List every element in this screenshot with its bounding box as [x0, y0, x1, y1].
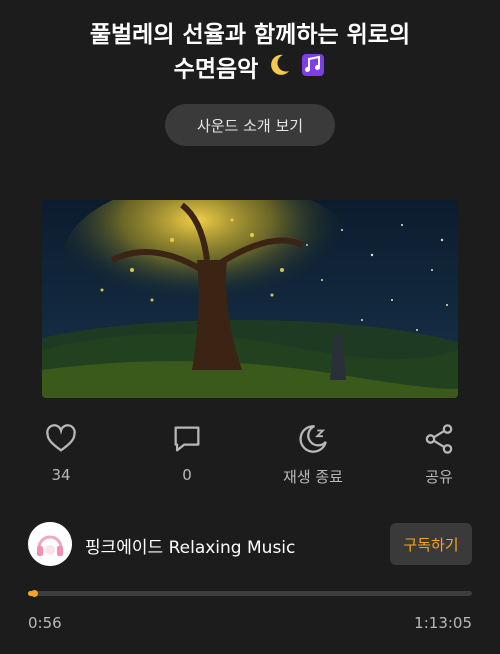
share-action[interactable]: 공유	[389, 422, 489, 487]
comment-action[interactable]: 0	[137, 422, 237, 484]
sleep-timer-action[interactable]: 재생 종료	[263, 422, 363, 487]
channel-avatar[interactable]	[28, 522, 72, 566]
comment-icon[interactable]	[137, 422, 237, 456]
progress-handle[interactable]	[31, 590, 38, 597]
like-count: 34	[51, 466, 71, 484]
crescent-moon-icon	[266, 52, 292, 88]
music-notes-icon	[300, 52, 326, 88]
track-title-line1: 풀벌레의 선율과 함께하는 위로의	[89, 22, 411, 48]
channel-row: 핑크에이드 Relaxing Music 구독하기	[28, 522, 472, 568]
progress-bar[interactable]	[28, 590, 472, 597]
track-title-line2-row: 수면음악	[0, 52, 500, 88]
subscribe-button[interactable]: 구독하기	[390, 523, 472, 565]
comment-count: 0	[182, 466, 192, 484]
heart-icon[interactable]	[11, 422, 111, 456]
sleep-timer-label: 재생 종료	[283, 468, 343, 486]
track-title: 풀벌레의 선율과 함께하는 위로의 수면음악	[0, 18, 500, 88]
track-artwork	[42, 200, 458, 398]
channel-name[interactable]: 핑크에이드 Relaxing Music	[85, 533, 295, 558]
track-title-line2: 수면음악	[173, 56, 259, 83]
share-label: 공유	[425, 468, 453, 486]
sound-intro-button[interactable]: 사운드 소개 보기	[165, 104, 335, 146]
elapsed-time: 0:56	[28, 614, 62, 632]
action-bar: 34 0 재생 종료 공유	[0, 422, 500, 492]
like-action[interactable]: 34	[11, 422, 111, 484]
sleep-timer-icon[interactable]	[263, 422, 363, 456]
share-icon[interactable]	[389, 422, 489, 456]
total-duration: 1:13:05	[414, 614, 472, 632]
